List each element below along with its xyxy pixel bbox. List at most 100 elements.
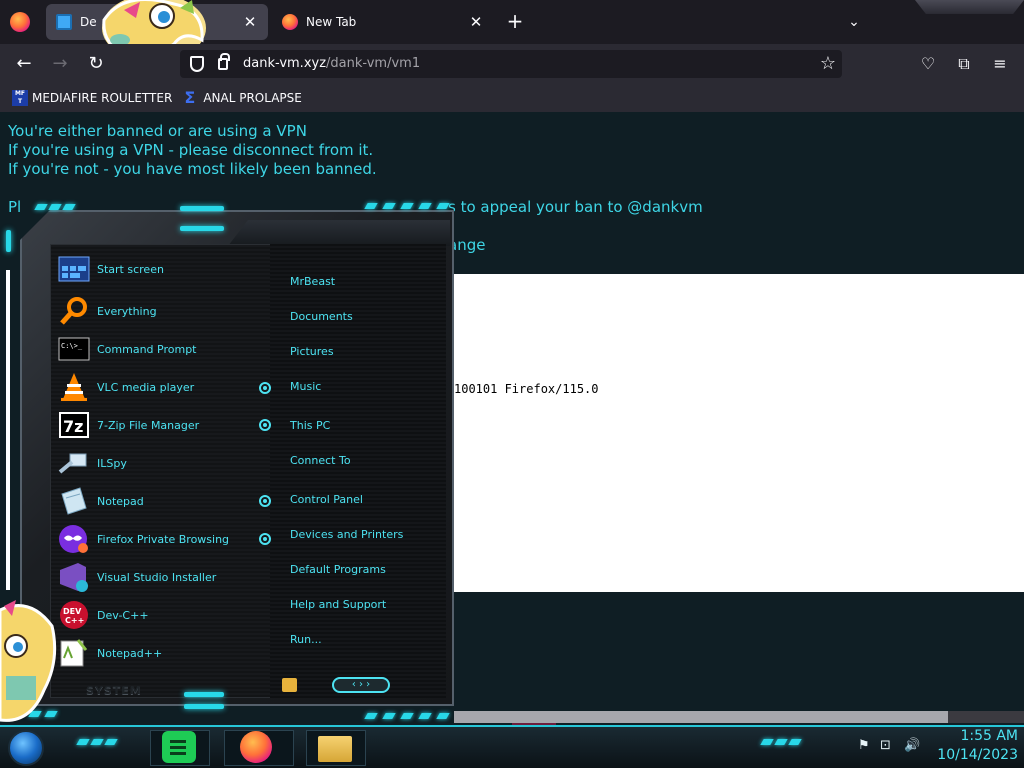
- place-connect-to[interactable]: Connect To: [290, 454, 351, 467]
- start-menu-header: [228, 220, 450, 246]
- bookmark-mediafire[interactable]: MF T MEDIAFIRE ROULETTER: [12, 90, 172, 106]
- svg-text:C:\>_: C:\>_: [61, 342, 83, 350]
- bookmark-sigma[interactable]: Σ ANAL PROLAPSE: [184, 90, 302, 106]
- lock-icon[interactable]: [218, 53, 230, 70]
- url-text[interactable]: dank-vm.xyz/dank-vm/vm1: [243, 56, 420, 71]
- program-7zip[interactable]: 7z 7-Zip File Manager: [58, 409, 199, 441]
- tracking-protection-shield-icon[interactable]: [190, 56, 204, 72]
- place-documents[interactable]: Documents: [290, 310, 353, 323]
- firefox-taskbar-icon[interactable]: [240, 731, 272, 763]
- decor-light: [364, 203, 378, 209]
- program-notepadpp[interactable]: Notepad++: [58, 637, 162, 669]
- plus-icon[interactable]: +: [503, 10, 527, 34]
- place-default-programs[interactable]: Default Programs: [290, 563, 386, 576]
- program-vs-installer[interactable]: Visual Studio Installer: [58, 561, 216, 593]
- bookmark-label: ANAL PROLAPSE: [203, 91, 302, 105]
- anime-sticker-left: [0, 600, 57, 722]
- url-bar[interactable]: dank-vm.xyz/dank-vm/vm1 ☆: [180, 50, 842, 78]
- program-command-prompt[interactable]: C:\>_ Command Prompt: [58, 333, 197, 365]
- vlc-cone-icon: [61, 373, 87, 401]
- private-browsing-icon: [59, 525, 88, 553]
- notepadpp-icon: [60, 639, 88, 667]
- place-devices-printers[interactable]: Devices and Printers: [290, 528, 403, 541]
- vs-installer-icon: [60, 563, 88, 592]
- cmd-icon: C:\>_: [58, 337, 90, 361]
- program-label: Notepad: [97, 494, 144, 508]
- decor-light: [364, 713, 378, 719]
- clock-date: 10/14/2023: [937, 747, 1018, 763]
- file-explorer-taskbar-icon[interactable]: [318, 736, 352, 762]
- bookmark-label: MEDIAFIRE ROULETTER: [32, 91, 173, 105]
- program-firefox-private[interactable]: Firefox Private Browsing: [58, 523, 229, 555]
- back-arrow-icon[interactable]: ←: [12, 52, 36, 76]
- place-music[interactable]: Music: [290, 380, 321, 393]
- decor-light: [400, 713, 414, 719]
- program-vlc[interactable]: VLC media player: [58, 371, 194, 403]
- hamburger-menu-icon[interactable]: ≡: [988, 52, 1012, 76]
- forward-arrow-icon[interactable]: →: [48, 52, 72, 76]
- place-help-support[interactable]: Help and Support: [290, 598, 386, 611]
- program-start-screen[interactable]: Start screen: [58, 253, 164, 285]
- place-mrbeast[interactable]: MrBeast: [290, 275, 335, 288]
- program-notepad[interactable]: Notepad: [58, 485, 144, 517]
- decor-light: [436, 713, 450, 719]
- url-path: /dank-vm/vm1: [326, 56, 421, 71]
- close-icon[interactable]: ✕: [238, 13, 262, 31]
- flag-icon[interactable]: ⚑: [858, 738, 870, 753]
- sticky-notes-taskbar-icon[interactable]: [162, 731, 196, 763]
- chevron-down-icon[interactable]: ⌄: [842, 10, 866, 34]
- system-clock[interactable]: 1:55 AM 10/14/2023: [937, 727, 1018, 765]
- close-icon[interactable]: ✕: [464, 13, 488, 31]
- ban-message-line: If you're using a VPN - please disconnec…: [8, 141, 374, 159]
- submenu-arrow-icon: [259, 382, 271, 394]
- decor-light: [6, 230, 11, 252]
- tab-title: New Tab: [306, 15, 357, 29]
- devcpp-icon: DEVC++: [60, 601, 88, 629]
- pocket-icon[interactable]: ♡: [916, 52, 940, 76]
- shutdown-icon[interactable]: [282, 678, 297, 692]
- program-everything[interactable]: Everything: [58, 295, 157, 327]
- network-icon[interactable]: ⊡: [880, 738, 891, 753]
- program-label: Notepad++: [97, 646, 163, 660]
- place-run[interactable]: Run...: [290, 633, 322, 646]
- notepad-icon: [61, 487, 87, 515]
- decor-light: [180, 226, 224, 231]
- decor-light: [382, 203, 396, 209]
- horizontal-scrollbar[interactable]: [454, 711, 948, 723]
- decor-light: [62, 204, 76, 210]
- ilspy-icon: [58, 453, 87, 474]
- place-pictures[interactable]: Pictures: [290, 345, 334, 358]
- clock-time: 1:55 AM: [960, 728, 1018, 744]
- magnifier-icon: [60, 297, 87, 325]
- program-label: 7-Zip File Manager: [97, 418, 200, 432]
- window-frame: [915, 0, 1024, 14]
- ban-message-line: If you're not - you have most likely bee…: [8, 160, 377, 178]
- shutdown-options-arrows[interactable]: ‹ › ›: [332, 677, 390, 693]
- reload-icon[interactable]: ↻: [84, 52, 108, 76]
- start-orb-icon[interactable]: [8, 730, 44, 766]
- user-agent-text: 100101 Firefox/115.0: [454, 382, 599, 396]
- submenu-arrow-icon: [259, 419, 271, 431]
- program-devcpp[interactable]: DEV C++ Dev-C++: [58, 599, 149, 631]
- place-control-panel[interactable]: Control Panel: [290, 493, 363, 506]
- svg-text:7z: 7z: [63, 417, 83, 436]
- vm-display[interactable]: 100101 Firefox/115.0: [454, 274, 1024, 592]
- decor-light: [382, 713, 396, 719]
- navigation-toolbar: ← → ↻ dank-vm.xyz/dank-vm/vm1 ☆: [0, 44, 1024, 84]
- decor-light: [34, 204, 48, 210]
- volume-icon[interactable]: 🔊: [904, 738, 920, 753]
- decor-light: [436, 203, 450, 209]
- program-label: Dev-C++: [97, 608, 149, 622]
- program-ilspy[interactable]: ILSpy: [58, 447, 127, 479]
- firefox-view-icon[interactable]: [10, 12, 30, 32]
- tab-new-tab[interactable]: New Tab ✕: [272, 4, 494, 40]
- submenu-arrow-icon: [259, 533, 271, 545]
- decor-light: [418, 713, 432, 719]
- svg-text:DEV: DEV: [63, 607, 82, 616]
- extensions-puzzle-icon[interactable]: ⧉: [952, 52, 976, 76]
- firefox-icon: [282, 14, 298, 30]
- scrollbar-track[interactable]: [948, 711, 1024, 723]
- program-label: Everything: [97, 304, 157, 318]
- place-this-pc[interactable]: This PC: [290, 419, 330, 432]
- bookmark-star-icon[interactable]: ☆: [820, 53, 836, 74]
